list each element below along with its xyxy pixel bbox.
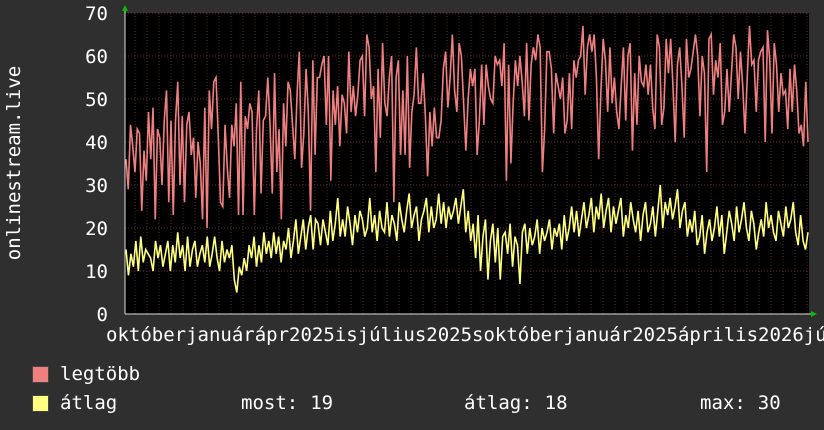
y-tick-label: 0: [97, 304, 108, 326]
y-tick-label: 60: [85, 46, 108, 68]
x-axis-arrow: [811, 311, 817, 317]
legend-swatch-legtobb: [32, 366, 49, 383]
y-axis-label: onlinestream.live: [3, 66, 25, 260]
y-tick-label: 30: [85, 175, 108, 197]
chart-canvas: 0 10 20 30 40 50 60 70 onlinestream.live októbe…: [3, 3, 824, 346]
x-tick-labels: októberjanuárápr2025isjúlius2025soktóber…: [106, 324, 824, 346]
y-axis-arrow: [122, 5, 128, 11]
stat-atlag: átlag: 18: [464, 393, 568, 413]
legend-label-atlag: átlag: [60, 392, 118, 414]
y-tick-label: 20: [85, 218, 108, 240]
stat-most-label: most:: [241, 392, 299, 414]
stat-max-value: 30: [757, 392, 781, 414]
y-tick-label: 40: [85, 132, 108, 154]
legend-swatch-atlag: [32, 395, 49, 412]
stat-most-value: 19: [310, 392, 334, 414]
stat-atlag-label: átlag:: [464, 392, 533, 414]
stat-most: most: 19: [241, 393, 333, 413]
y-tick-label: 70: [85, 3, 108, 25]
y-tick-label: 50: [85, 89, 108, 111]
stat-max: max: 30: [700, 393, 781, 413]
y-tick-labels: 0 10 20 30 40 50 60 70: [85, 3, 108, 326]
stat-atlag-value: 18: [544, 392, 568, 414]
stat-max-label: max:: [700, 392, 746, 414]
legend-label-legtobb: legtöbb: [60, 363, 141, 385]
y-tick-label: 10: [85, 261, 108, 283]
